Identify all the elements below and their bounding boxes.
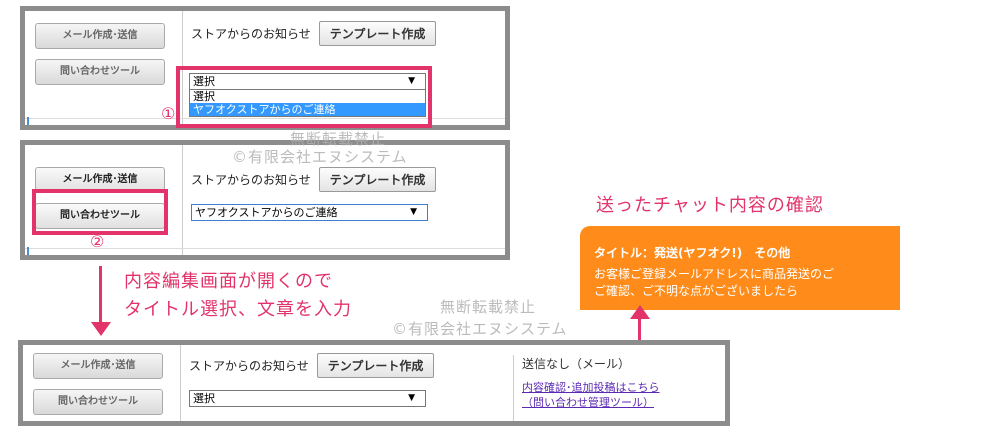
inquiry-tool-button[interactable]: 問い合わせツール xyxy=(33,389,163,415)
watermark-text: 無断転載禁止 xyxy=(440,298,537,316)
dropdown-arrow-icon: ▼ xyxy=(410,207,417,217)
chat-crop xyxy=(580,310,900,330)
blue-marker xyxy=(27,117,29,125)
highlight-box-2 xyxy=(32,189,168,235)
template-create-button[interactable]: テンプレート作成 xyxy=(316,353,435,378)
send-status: 送信なし（メール） xyxy=(522,357,631,371)
inquiry-manage-link[interactable]: （問い合わせ管理ツール） xyxy=(522,395,728,410)
step-number-2: ② xyxy=(90,232,105,251)
store-notice-label: ストアからのお知らせ xyxy=(191,27,311,41)
highlight-box-1 xyxy=(176,66,432,128)
panel-step3: メール作成･送信 問い合わせツール ストアからのお知らせ テンプレート作成 選択… xyxy=(18,340,730,426)
down-arrow-icon xyxy=(91,322,111,336)
subject-select[interactable]: 選択 ▼ xyxy=(189,390,426,407)
chat-title: タイトル：発送(ヤフオク!) その他 xyxy=(594,246,791,260)
dropdown-arrow-icon: ▼ xyxy=(408,393,415,403)
watermark-text: ©有限会社エヌシステム xyxy=(232,148,408,166)
chat-body-line1: お客様ご登録メールアドレスに商品発送のご xyxy=(594,267,835,281)
up-arrow-icon xyxy=(630,305,650,319)
chat-confirm-heading: 送ったチャット内容の確認 xyxy=(596,195,824,216)
compose-send-button[interactable]: メール作成･送信 xyxy=(35,23,165,49)
down-arrow-shaft xyxy=(99,266,102,326)
button-column: メール作成･送信 問い合わせツール xyxy=(23,345,181,421)
step-number-1: ① xyxy=(161,104,176,123)
button-column: メール作成･送信 問い合わせツール xyxy=(25,11,183,125)
compose-send-button[interactable]: メール作成･送信 xyxy=(33,353,163,379)
store-notice-label: ストアからのお知らせ xyxy=(189,359,309,373)
watermark-text: ©有限会社エヌシステム xyxy=(392,320,568,338)
template-create-button[interactable]: テンプレート作成 xyxy=(318,167,437,192)
store-notice-label: ストアからのお知らせ xyxy=(191,173,311,187)
subject-select-value: 選択 xyxy=(193,392,215,405)
subject-select[interactable]: ヤフオクストアからのご連絡 ▼ xyxy=(191,204,428,221)
status-column: 送信なし（メール） 内容確認･追加投稿はこちら （問い合わせ管理ツール） xyxy=(513,355,728,421)
notice-column: ストアからのお知らせ テンプレート作成 選択 ▼ xyxy=(181,345,442,421)
subject-select-value: ヤフオクストアからのご連絡 xyxy=(195,206,338,219)
content-confirm-link[interactable]: 内容確認･追加投稿はこちら xyxy=(522,380,728,395)
instruction-line1: 内容編集画面が開くので xyxy=(124,271,333,292)
blue-marker xyxy=(27,247,29,255)
chat-preview: タイトル：発送(ヤフオク!) その他 お客様ご登録メールアドレスに商品発送のご … xyxy=(580,226,900,330)
chat-body-line2: ご確認、ご不明な点がございましたら xyxy=(594,284,799,298)
instruction-line2: タイトル選択、文章を入力 xyxy=(124,299,352,320)
inquiry-tool-button[interactable]: 問い合わせツール xyxy=(35,59,165,85)
template-create-button[interactable]: テンプレート作成 xyxy=(318,21,437,46)
